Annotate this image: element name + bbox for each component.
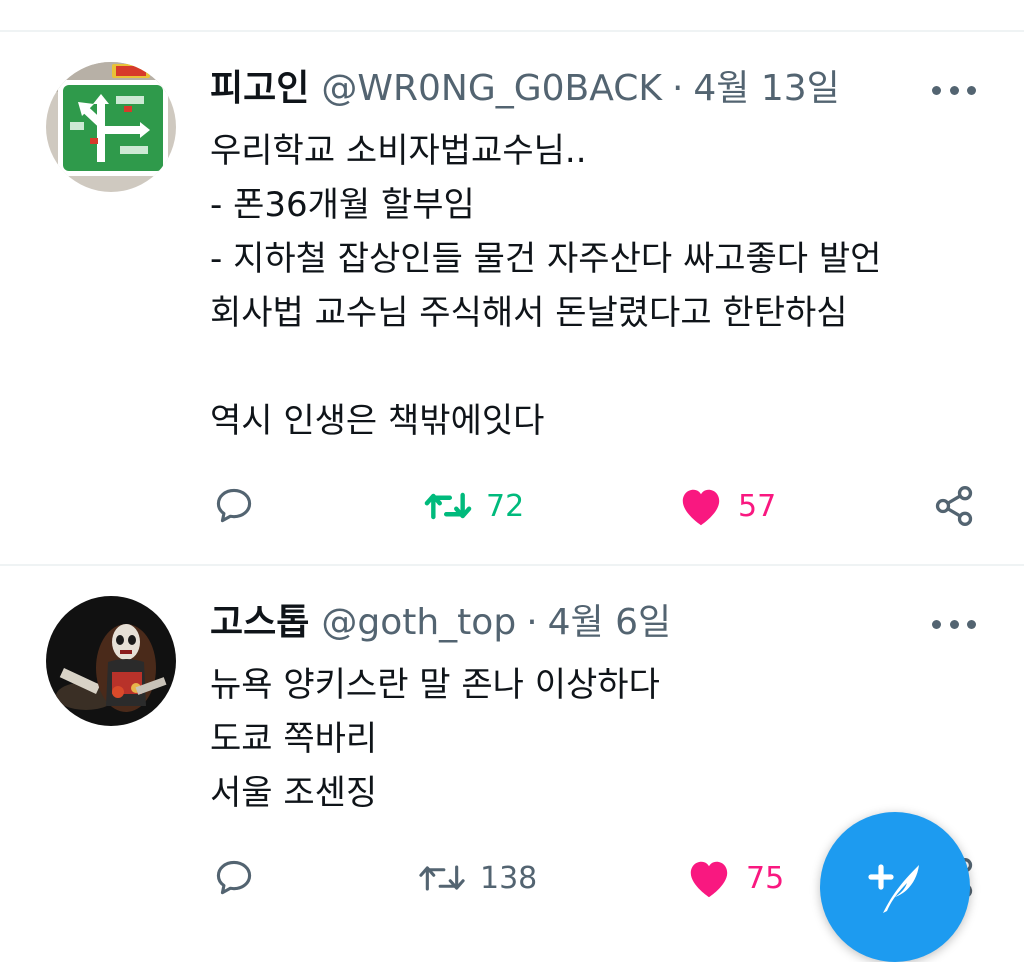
share-button[interactable]	[932, 476, 976, 536]
user-handle[interactable]: @goth_top	[321, 598, 516, 648]
reply-icon	[212, 856, 256, 900]
separator-dot: ·	[671, 68, 684, 109]
tweet-header: 고스톱 @goth_top · 4월 6일	[210, 598, 671, 648]
reply-button[interactable]	[212, 476, 270, 536]
like-count: 75	[746, 860, 785, 896]
user-handle[interactable]: @WR0NG_G0BACK	[321, 64, 662, 114]
reply-icon	[212, 484, 256, 528]
separator-dot: ·	[526, 602, 538, 643]
display-name[interactable]: 피고인	[210, 64, 309, 114]
like-count: 57	[738, 488, 777, 524]
tweet-header: 피고인 @WR0NG_G0BACK · 4월 13일	[210, 64, 840, 114]
avatar[interactable]	[46, 62, 176, 192]
compose-tweet-button[interactable]	[820, 812, 970, 962]
heart-icon	[686, 856, 732, 900]
retweet-button[interactable]: 72	[424, 476, 524, 536]
compose-tweet-icon	[863, 853, 927, 921]
retweet-button[interactable]: 138	[418, 848, 537, 908]
like-button[interactable]: 57	[678, 476, 776, 536]
more-options-icon[interactable]	[932, 614, 976, 634]
tweet-date[interactable]: 4월 13일	[693, 64, 839, 114]
tweet-1[interactable]: 피고인 @WR0NG_G0BACK · 4월 13일 우리학교 소비자법교수님.…	[0, 0, 1024, 564]
retweet-icon	[418, 856, 466, 900]
heart-icon	[678, 484, 724, 528]
tweet-actions: 72 57	[0, 476, 1024, 536]
share-icon	[932, 484, 976, 528]
tweet-text: 우리학교 소비자법교수님.. - 폰36개월 할부임 - 지하철 잡상인들 물건…	[210, 131, 882, 441]
retweet-count: 72	[486, 488, 525, 524]
more-options-icon[interactable]	[932, 80, 976, 100]
display-name[interactable]: 고스톱	[210, 598, 309, 648]
like-button[interactable]: 75	[686, 848, 784, 908]
tweet-text: 뉴욕 양키스란 말 존나 이상하다 도쿄 쪽바리 서울 조센징	[210, 665, 660, 813]
reply-button[interactable]	[212, 848, 270, 908]
retweet-count: 138	[480, 860, 538, 896]
tweet-date[interactable]: 4월 6일	[548, 598, 672, 648]
retweet-icon	[424, 484, 472, 528]
avatar[interactable]	[46, 596, 176, 726]
